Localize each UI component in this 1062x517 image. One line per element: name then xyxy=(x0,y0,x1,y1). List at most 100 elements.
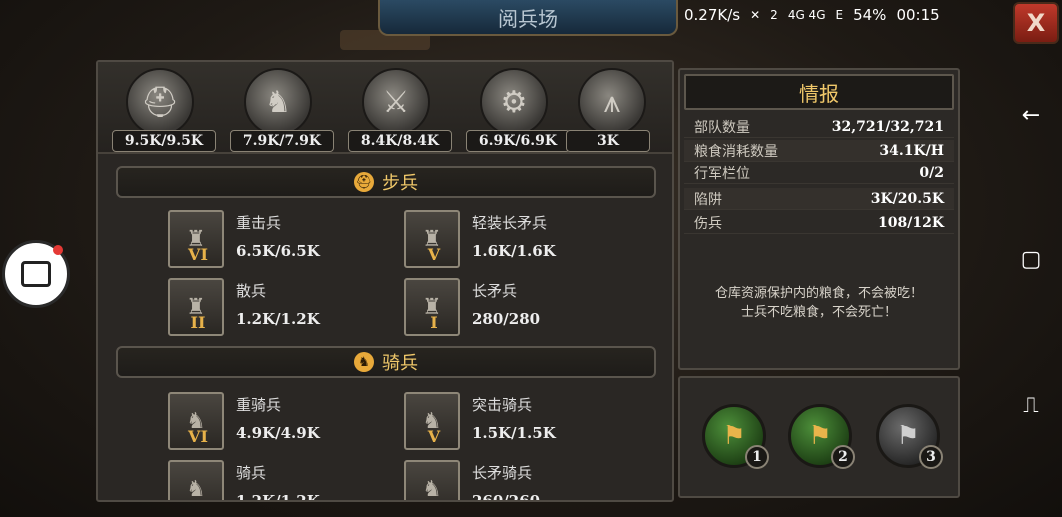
info-note-line: 仓库资源保护内的粮食，不会被吃！ xyxy=(714,286,923,301)
horse-helmet-icon: ♞ xyxy=(244,68,312,136)
info-row-troop-count: 部队数量 32,721/32,721 xyxy=(684,116,954,138)
troop-item[interactable]: ♞ V 突击骑兵 1.5K/1.5K xyxy=(404,392,624,450)
info-row-wounded: 伤兵 108/12K xyxy=(684,212,954,234)
unit-type-infantry[interactable]: ⛑ 9.5K/9.5K xyxy=(104,68,222,152)
home-icon[interactable]: ▢ xyxy=(1018,246,1044,272)
info-value: 34.1K/H xyxy=(879,142,944,159)
floating-assistant-button[interactable] xyxy=(2,240,70,308)
formation-number: 2 xyxy=(831,445,855,469)
troop-rank: VI xyxy=(188,245,208,264)
mute-icon: ✕ xyxy=(750,8,761,22)
troop-count: 1.2K/1.2K xyxy=(236,310,320,328)
troop-name: 重击兵 xyxy=(236,214,282,232)
knight-portrait-icon: ♞ V xyxy=(404,392,460,450)
info-label: 陷阱 xyxy=(694,191,722,208)
info-value: 0/2 xyxy=(919,164,944,181)
helmet-icon: ⛑ xyxy=(126,68,194,136)
network-type: 4G 4G xyxy=(787,8,826,22)
troop-panel: ⛑ 9.5K/9.5K ♞ 7.9K/7.9K ⚔ 8.4K/8.4K ⚙ 6.… xyxy=(96,60,674,502)
siege-cart-icon: ⚙ xyxy=(480,68,548,136)
formation-number: 1 xyxy=(745,445,769,469)
troop-item[interactable]: ♞ VI 重骑兵 4.9K/4.9K xyxy=(168,392,388,450)
troop-count: 4.9K/4.9K xyxy=(236,424,320,442)
info-value: 32,721/32,721 xyxy=(831,118,944,135)
troop-count: 1.5K/1.5K xyxy=(472,424,556,442)
info-row-traps: 陷阱 3K/20.5K xyxy=(684,188,954,210)
close-button[interactable]: X xyxy=(1013,2,1059,44)
knight-portrait-icon: ♞ VI xyxy=(168,392,224,450)
status-bar: 0.27K/s ✕ 2 4G 4G E 54% 00:15 xyxy=(684,4,940,26)
info-value: 3K/20.5K xyxy=(870,190,944,207)
shopping-bag-icon xyxy=(21,261,51,287)
unit-type-row: ⛑ 9.5K/9.5K ♞ 7.9K/7.9K ⚔ 8.4K/8.4K ⚙ 6.… xyxy=(98,62,672,154)
unit-type-cavalry[interactable]: ♞ 7.9K/7.9K xyxy=(222,68,340,152)
troop-name: 重骑兵 xyxy=(236,396,282,414)
info-title: 情报 xyxy=(684,74,954,110)
troop-item[interactable]: ♜ V 轻装长矛兵 1.6K/1.6K xyxy=(404,210,624,268)
flag-icon: ⚑ xyxy=(722,421,746,451)
knight-portrait-icon: ♞ xyxy=(404,460,460,500)
sim-badge: 2 xyxy=(770,8,778,22)
signal-e-label: E xyxy=(835,8,844,22)
section-header-cavalry: ♞ 骑兵 xyxy=(116,346,656,378)
info-label: 行军栏位 xyxy=(694,165,750,182)
info-label: 部队数量 xyxy=(694,119,750,136)
back-icon[interactable]: ← xyxy=(1018,102,1044,128)
notification-dot xyxy=(53,245,63,255)
unit-count: 9.5K/9.5K xyxy=(112,130,216,152)
formation-button-1[interactable]: ⚑ 1 xyxy=(702,404,769,469)
troop-count: 1.6K/1.6K xyxy=(472,242,556,260)
troop-name: 突击骑兵 xyxy=(472,396,533,414)
unit-count: 3K xyxy=(566,130,650,152)
info-note-line: 士兵不吃粮食，不会死亡！ xyxy=(740,305,897,320)
info-label: 粮食消耗数量 xyxy=(694,143,778,160)
spike-trap-icon: ⩚ xyxy=(578,68,646,136)
formation-number: 3 xyxy=(919,445,943,469)
troop-count: 280/280 xyxy=(472,310,541,328)
section-header-infantry: ⛑ 步兵 xyxy=(116,166,656,198)
crossed-weapons-icon: ⚔ xyxy=(362,68,430,136)
troop-count: 260/260 xyxy=(472,492,541,502)
unit-type-trap[interactable]: ⩚ 3K xyxy=(566,68,672,152)
troop-rank: V xyxy=(427,245,441,264)
soldier-portrait-icon: ♜ I xyxy=(404,278,460,336)
info-value: 108/12K xyxy=(878,214,944,231)
troop-rank: I xyxy=(430,313,438,332)
battery-level: 54% xyxy=(853,6,887,24)
section-title: 步兵 xyxy=(382,173,418,194)
info-label: 伤兵 xyxy=(694,215,722,232)
horse-head-icon: ♞ xyxy=(354,352,374,372)
info-row-march-slots: 行军栏位 0/2 xyxy=(684,162,954,184)
unit-count: 8.4K/8.4K xyxy=(348,130,452,152)
clock: 00:15 xyxy=(896,6,940,24)
info-panel: 情报 部队数量 32,721/32,721 粮食消耗数量 34.1K/H 行军栏… xyxy=(678,68,960,370)
troop-rank: II xyxy=(190,313,206,332)
troop-rank: VI xyxy=(188,427,208,446)
info-note: 仓库资源保护内的粮食，不会被吃！ 士兵不吃粮食，不会死亡！ xyxy=(684,284,954,322)
knight-portrait-icon: ♞ xyxy=(168,460,224,500)
troop-name: 长矛骑兵 xyxy=(472,464,533,482)
soldier-portrait-icon: ♜ V xyxy=(404,210,460,268)
unit-type-ranged[interactable]: ⚔ 8.4K/8.4K xyxy=(340,68,458,152)
formation-button-2[interactable]: ⚑ 2 xyxy=(788,404,855,469)
troop-item[interactable]: ♜ I 长矛兵 280/280 xyxy=(404,278,624,336)
troop-count: 6.5K/6.5K xyxy=(236,242,320,260)
network-speed: 0.27K/s xyxy=(684,6,741,24)
soldier-portrait-icon: ♜ II xyxy=(168,278,224,336)
troop-name: 骑兵 xyxy=(236,464,267,482)
info-row-food-consumption: 粮食消耗数量 34.1K/H xyxy=(684,140,954,162)
troop-item[interactable]: ♜ II 散兵 1.2K/1.2K xyxy=(168,278,388,336)
unit-type-siege[interactable]: ⚙ 6.9K/6.9K xyxy=(458,68,576,152)
flag-icon: ⚑ xyxy=(808,421,832,451)
flag-icon: ⚑ xyxy=(896,421,920,451)
recent-apps-icon[interactable]: ⎍ xyxy=(1018,392,1044,418)
troop-name: 长矛兵 xyxy=(472,282,518,300)
section-title: 骑兵 xyxy=(382,353,418,374)
troop-count: 1.2K/1.2K xyxy=(236,492,320,502)
troop-rank: V xyxy=(427,427,441,446)
formation-button-3[interactable]: ⚑ 3 xyxy=(876,404,943,469)
unit-count: 6.9K/6.9K xyxy=(466,130,570,152)
troop-item[interactable]: ♞ 骑兵 1.2K/1.2K xyxy=(168,460,388,502)
troop-item[interactable]: ♜ VI 重击兵 6.5K/6.5K xyxy=(168,210,388,268)
troop-item[interactable]: ♞ 长矛骑兵 260/260 xyxy=(404,460,624,502)
